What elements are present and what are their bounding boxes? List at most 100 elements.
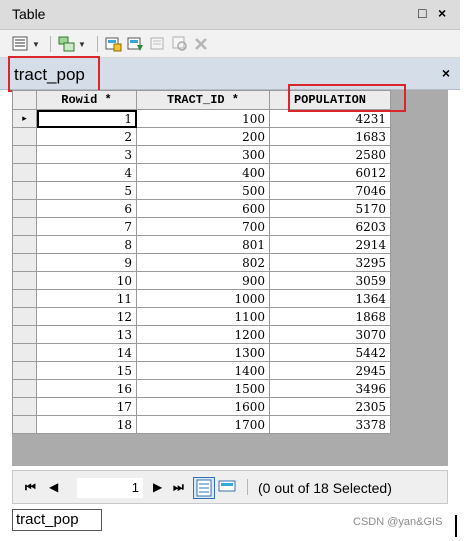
cell-population[interactable]: 6012: [269, 163, 391, 182]
zoom-to-selected-button[interactable]: [172, 35, 188, 53]
table-row[interactable]: 5 500 7046: [12, 181, 391, 200]
table-row[interactable]: 8 801 2914: [12, 235, 391, 254]
cell-tract-id[interactable]: 1300: [136, 343, 270, 362]
cell-tract-id[interactable]: 200: [136, 127, 270, 146]
delete-selected-button[interactable]: [194, 35, 208, 53]
row-selector[interactable]: [12, 271, 37, 290]
cell-population[interactable]: 1364: [269, 289, 391, 308]
cell-rowid[interactable]: 2: [36, 127, 137, 146]
cell-population[interactable]: 3070: [269, 325, 391, 344]
last-record-button[interactable]: ⏭: [173, 480, 184, 495]
clear-selection-button[interactable]: [150, 35, 166, 53]
close-window-button[interactable]: ×: [438, 5, 446, 21]
table-row[interactable]: 11 1000 1364: [12, 289, 391, 308]
cell-rowid[interactable]: 9: [36, 253, 137, 272]
cell-population[interactable]: 4231: [269, 109, 391, 128]
row-selector[interactable]: [12, 145, 37, 164]
cell-tract-id[interactable]: 700: [136, 217, 270, 236]
cell-tract-id[interactable]: 500: [136, 181, 270, 200]
table-row[interactable]: ▸ 1 100 4231: [12, 109, 391, 128]
table-row[interactable]: 17 1600 2305: [12, 397, 391, 416]
table-row[interactable]: 14 1300 5442: [12, 343, 391, 362]
show-all-records-button[interactable]: [193, 477, 215, 499]
row-selector[interactable]: [12, 379, 37, 398]
cell-tract-id[interactable]: 1200: [136, 325, 270, 344]
table-row[interactable]: 4 400 6012: [12, 163, 391, 182]
cell-rowid[interactable]: 12: [36, 307, 137, 326]
select-by-attributes-button[interactable]: [105, 35, 123, 53]
row-selector[interactable]: [12, 289, 37, 308]
cell-rowid[interactable]: 6: [36, 199, 137, 218]
row-selector[interactable]: ▸: [12, 109, 37, 128]
cell-population[interactable]: 2945: [269, 361, 391, 380]
cell-tract-id[interactable]: 900: [136, 271, 270, 290]
cell-population[interactable]: 2580: [269, 145, 391, 164]
cell-tract-id[interactable]: 801: [136, 235, 270, 254]
cell-tract-id[interactable]: 300: [136, 145, 270, 164]
row-selector[interactable]: [12, 343, 37, 362]
cell-tract-id[interactable]: 1500: [136, 379, 270, 398]
cell-population[interactable]: 5442: [269, 343, 391, 362]
row-selector[interactable]: [12, 181, 37, 200]
cell-rowid[interactable]: 7: [36, 217, 137, 236]
cell-rowid[interactable]: 1: [36, 109, 137, 128]
first-record-button[interactable]: ⏮: [25, 480, 36, 495]
cell-population[interactable]: 1868: [269, 307, 391, 326]
table-row[interactable]: 10 900 3059: [12, 271, 391, 290]
cell-rowid[interactable]: 18: [36, 415, 137, 434]
row-selector[interactable]: [12, 127, 37, 146]
table-row[interactable]: 15 1400 2945: [12, 361, 391, 380]
cell-population[interactable]: 2305: [269, 397, 391, 416]
cell-tract-id[interactable]: 802: [136, 253, 270, 272]
row-selector[interactable]: [12, 199, 37, 218]
restore-button[interactable]: □: [418, 5, 426, 21]
next-record-button[interactable]: ▶: [153, 480, 162, 494]
show-selected-records-button[interactable]: [217, 477, 239, 499]
table-row[interactable]: 3 300 2580: [12, 145, 391, 164]
column-header-tract-id[interactable]: TRACT_ID *: [136, 90, 270, 110]
cell-rowid[interactable]: 17: [36, 397, 137, 416]
cell-tract-id[interactable]: 1700: [136, 415, 270, 434]
cell-tract-id[interactable]: 1100: [136, 307, 270, 326]
cell-rowid[interactable]: 14: [36, 343, 137, 362]
cell-population[interactable]: 6203: [269, 217, 391, 236]
cell-rowid[interactable]: 11: [36, 289, 137, 308]
close-tab-button[interactable]: ×: [442, 65, 450, 81]
row-selector[interactable]: [12, 217, 37, 236]
row-selector[interactable]: [12, 397, 37, 416]
cell-population[interactable]: 3059: [269, 271, 391, 290]
row-selector[interactable]: [12, 235, 37, 254]
cell-rowid[interactable]: 5: [36, 181, 137, 200]
table-options-button[interactable]: ▼: [12, 35, 40, 53]
row-selector[interactable]: [12, 307, 37, 326]
cell-rowid[interactable]: 15: [36, 361, 137, 380]
table-row[interactable]: 6 600 5170: [12, 199, 391, 218]
row-selector[interactable]: [12, 163, 37, 182]
table-row[interactable]: 7 700 6203: [12, 217, 391, 236]
column-header-rowid[interactable]: Rowid *: [36, 90, 137, 110]
row-selector[interactable]: [12, 253, 37, 272]
row-selector[interactable]: [12, 325, 37, 344]
cell-rowid[interactable]: 16: [36, 379, 137, 398]
cell-tract-id[interactable]: 1400: [136, 361, 270, 380]
cell-population[interactable]: 3295: [269, 253, 391, 272]
cell-population[interactable]: 5170: [269, 199, 391, 218]
cell-tract-id[interactable]: 100: [136, 109, 270, 128]
row-selector[interactable]: [12, 361, 37, 380]
bottom-table-tab[interactable]: tract_pop: [12, 509, 102, 531]
row-selector[interactable]: [12, 415, 37, 434]
table-row[interactable]: 13 1200 3070: [12, 325, 391, 344]
table-row[interactable]: 2 200 1683: [12, 127, 391, 146]
cell-population[interactable]: 1683: [269, 127, 391, 146]
table-row[interactable]: 16 1500 3496: [12, 379, 391, 398]
table-row[interactable]: 12 1100 1868: [12, 307, 391, 326]
cell-tract-id[interactable]: 600: [136, 199, 270, 218]
cell-rowid[interactable]: 8: [36, 235, 137, 254]
switch-selection-button[interactable]: [127, 35, 145, 53]
cell-population[interactable]: 2914: [269, 235, 391, 254]
related-tables-button[interactable]: ▼: [58, 35, 86, 53]
cell-population[interactable]: 3378: [269, 415, 391, 434]
cell-rowid[interactable]: 13: [36, 325, 137, 344]
previous-record-button[interactable]: ◀: [49, 480, 58, 494]
cell-rowid[interactable]: 4: [36, 163, 137, 182]
